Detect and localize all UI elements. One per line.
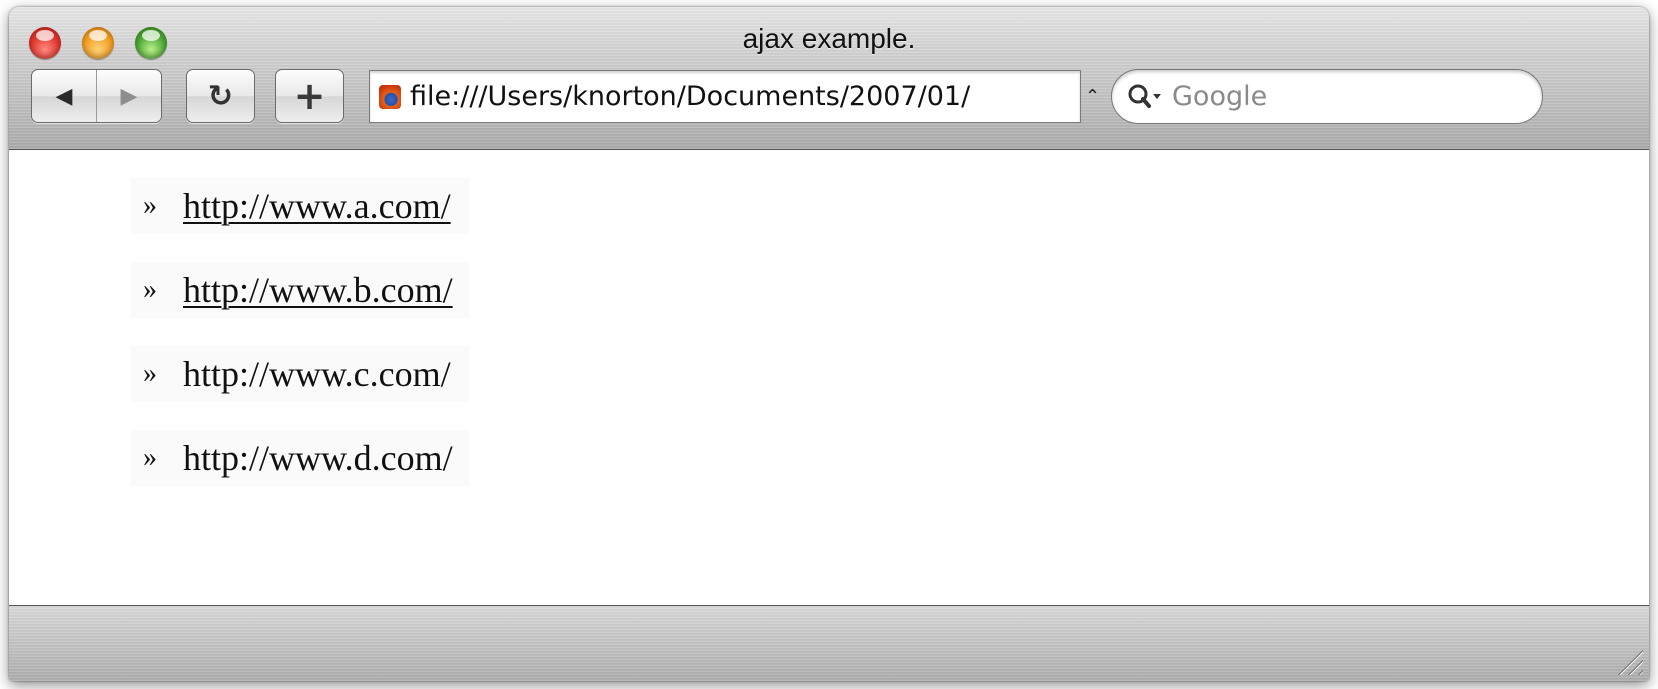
text-d-com: http://www.d.com/ — [183, 438, 453, 478]
reload-icon: ↻ — [207, 78, 234, 114]
url-history-chevron-icon[interactable]: ⌃ — [1085, 86, 1100, 107]
bullet: » — [143, 190, 157, 221]
plus-icon: + — [293, 74, 326, 118]
address-text: file:///Users/knorton/Documents/2007/01/ — [410, 81, 971, 112]
list-item: » http://www.d.com/ — [131, 430, 469, 486]
browser-window: ajax example. ◀ ▶ ↻ + file:///Users/knor… — [9, 7, 1649, 681]
forward-arrow-icon: ▶ — [120, 83, 138, 109]
resize-grip-icon[interactable] — [1617, 649, 1643, 675]
link-a-com[interactable]: http://www.a.com/ — [183, 185, 451, 227]
back-arrow-icon: ◀ — [55, 83, 73, 109]
search-icon[interactable] — [1126, 82, 1164, 112]
back-forward-buttons: ◀ ▶ — [31, 69, 162, 123]
text-c-com: http://www.c.com/ — [183, 354, 451, 394]
status-bar — [9, 605, 1649, 681]
link-b-com[interactable]: http://www.b.com/ — [183, 269, 453, 311]
reload-button[interactable]: ↻ — [186, 69, 255, 123]
search-placeholder: Google — [1172, 81, 1268, 112]
firefox-favicon-icon — [379, 84, 401, 109]
window-title: ajax example. — [742, 23, 916, 54]
forward-button[interactable]: ▶ — [97, 70, 161, 122]
list-item: » http://www.b.com/ — [131, 262, 469, 318]
bullet: » — [143, 442, 157, 473]
back-button[interactable]: ◀ — [32, 70, 97, 122]
list-item: » http://www.a.com/ — [131, 178, 469, 234]
bullet: » — [143, 358, 157, 389]
url-list: » http://www.a.com/ » http://www.b.com/ … — [131, 178, 469, 514]
list-item: » http://www.c.com/ — [131, 346, 469, 402]
add-bookmark-button[interactable]: + — [275, 69, 344, 123]
address-bar[interactable]: file:///Users/knorton/Documents/2007/01/ — [369, 70, 1081, 123]
search-field[interactable]: Google — [1111, 69, 1543, 124]
bullet: » — [143, 274, 157, 305]
page-content: » http://www.a.com/ » http://www.b.com/ … — [9, 150, 1649, 612]
window-toolbar: ajax example. ◀ ▶ ↻ + file:///Users/knor… — [9, 7, 1649, 150]
